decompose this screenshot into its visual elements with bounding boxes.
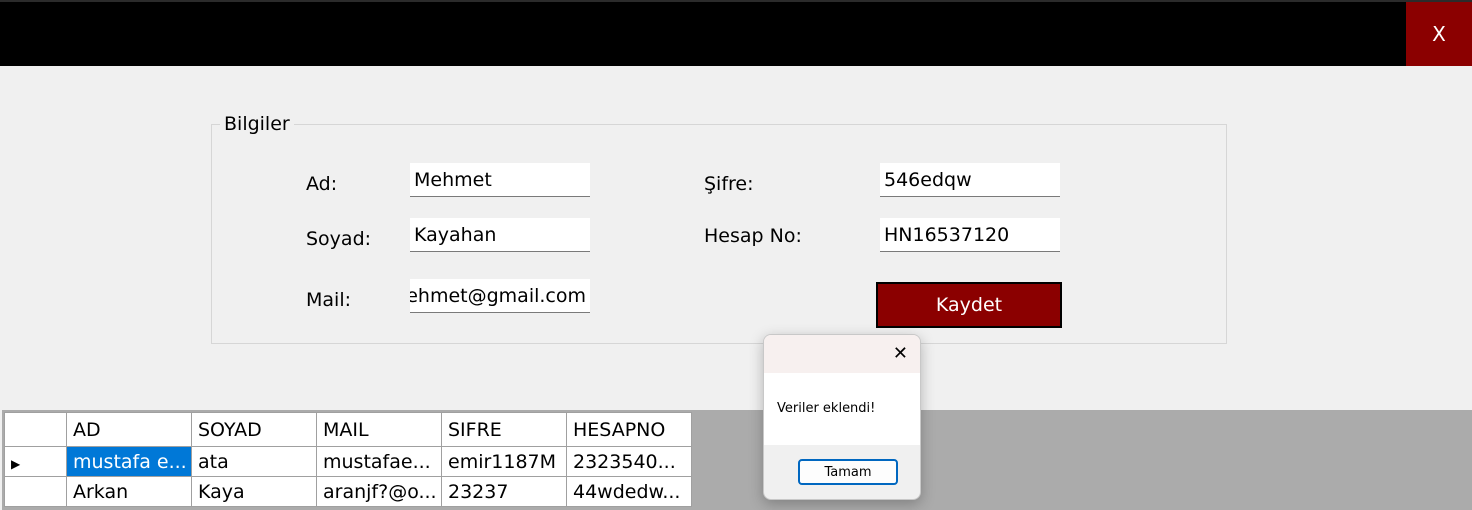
current-row-indicator-icon: ▶ bbox=[11, 456, 21, 471]
hesapno-label: Hesap No: bbox=[704, 225, 802, 247]
row-header-corner bbox=[4, 412, 67, 447]
title-bar bbox=[0, 2, 1472, 66]
sifre-label: Şifre: bbox=[704, 173, 754, 195]
table-cell[interactable]: ata bbox=[191, 446, 317, 477]
mail-label: Mail: bbox=[306, 289, 351, 311]
column-header-ad[interactable]: AD bbox=[66, 412, 192, 447]
column-header-mail[interactable]: MAIL bbox=[316, 412, 442, 447]
table-cell[interactable]: mustafae... bbox=[316, 446, 442, 477]
table-cell[interactable]: 23237 bbox=[441, 476, 567, 507]
table-cell[interactable]: aranjf?@o... bbox=[316, 476, 442, 507]
soyad-label: Soyad: bbox=[306, 228, 372, 250]
mail-field[interactable]: mehmet@gmail.com bbox=[410, 279, 590, 313]
column-header-sifre[interactable]: SIFRE bbox=[441, 412, 567, 447]
column-header-soyad[interactable]: SOYAD bbox=[191, 412, 317, 447]
dialog-titlebar: ✕ bbox=[764, 335, 920, 373]
ad-field[interactable]: Mehmet bbox=[410, 163, 590, 197]
table-cell[interactable]: emir1187M bbox=[441, 446, 567, 477]
save-button[interactable]: Kaydet bbox=[876, 282, 1062, 328]
soyad-field[interactable]: Kayahan bbox=[410, 218, 590, 252]
data-grid[interactable]: AD SOYAD MAIL SIFRE HESAPNO ▶ mustafa e.… bbox=[4, 412, 692, 507]
table-cell[interactable]: 44wdedw... bbox=[566, 476, 692, 507]
window-close-button[interactable]: X bbox=[1406, 2, 1472, 66]
table-cell[interactable]: mustafa e... bbox=[66, 446, 192, 477]
dialog-message: Veriler eklendi! bbox=[764, 373, 920, 445]
table-cell[interactable]: Kaya bbox=[191, 476, 317, 507]
table-cell[interactable]: Arkan bbox=[66, 476, 192, 507]
row-header[interactable] bbox=[4, 476, 67, 507]
ad-label: Ad: bbox=[306, 173, 338, 195]
row-header[interactable]: ▶ bbox=[4, 446, 67, 477]
grid-header-row: AD SOYAD MAIL SIFRE HESAPNO bbox=[4, 412, 692, 447]
dialog-ok-button[interactable]: Tamam bbox=[798, 459, 898, 485]
message-dialog: ✕ Veriler eklendi! Tamam bbox=[763, 334, 921, 500]
dialog-close-icon[interactable]: ✕ bbox=[893, 343, 908, 364]
group-title: Bilgiler bbox=[220, 113, 294, 135]
hesapno-field[interactable]: HN16537120 bbox=[880, 218, 1060, 252]
table-row[interactable]: Arkan Kaya aranjf?@o... 23237 44wdedw... bbox=[4, 476, 692, 507]
table-row[interactable]: ▶ mustafa e... ata mustafae... emir1187M… bbox=[4, 446, 692, 477]
column-header-hesapno[interactable]: HESAPNO bbox=[566, 412, 692, 447]
sifre-field[interactable]: 546edqw bbox=[880, 163, 1060, 197]
table-cell[interactable]: 2323540... bbox=[566, 446, 692, 477]
